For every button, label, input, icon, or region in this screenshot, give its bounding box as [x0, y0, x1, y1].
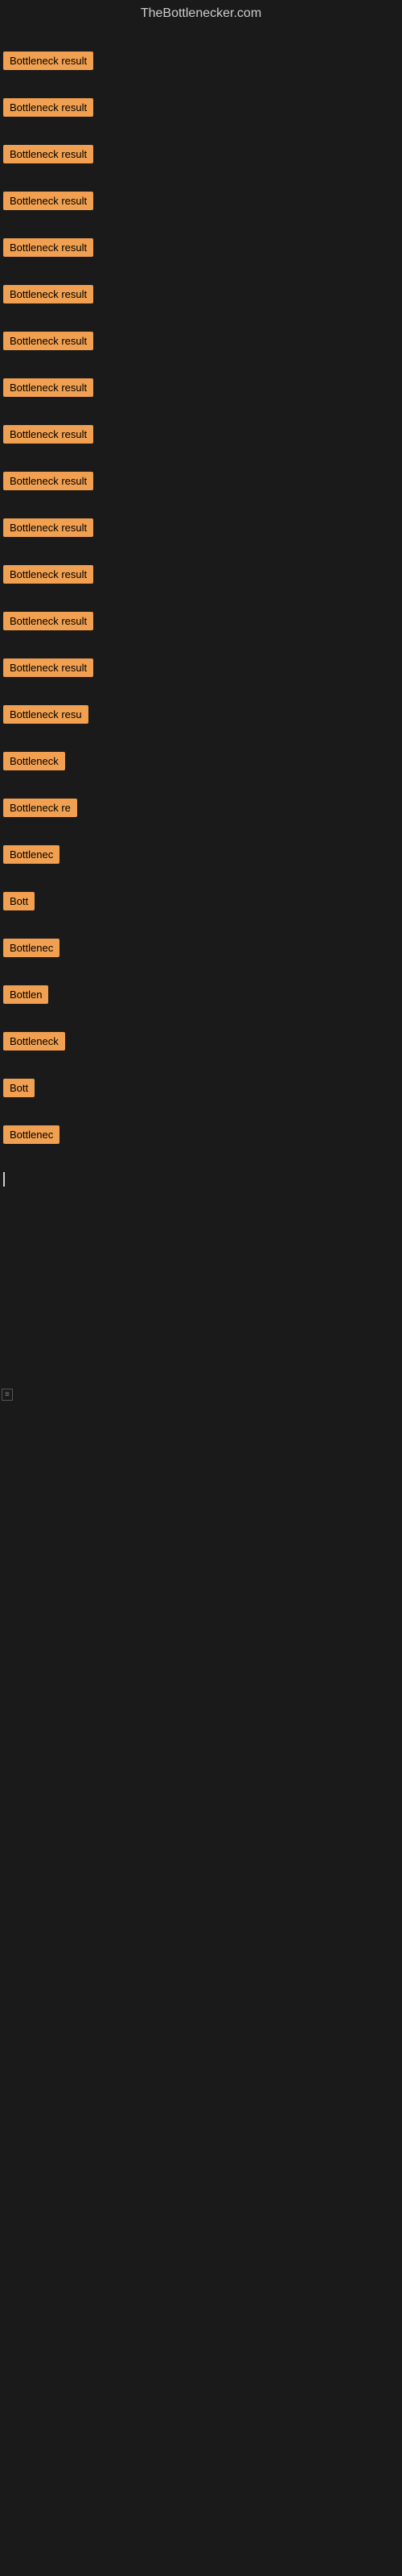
list-item: Bottlenec: [0, 1111, 402, 1158]
bottleneck-badge[interactable]: Bottleneck result: [3, 425, 93, 444]
indicator-text: ≡: [2, 1389, 13, 1401]
list-item: Bottleneck result: [0, 177, 402, 224]
bottleneck-badge[interactable]: Bottleneck result: [3, 192, 93, 210]
empty-row: [0, 1235, 402, 1283]
list-item: Bottlenec: [0, 924, 402, 971]
empty-row: [0, 1407, 402, 1455]
list-item: Bottleneck re: [0, 784, 402, 831]
empty-row: [0, 1697, 402, 1745]
bottleneck-badge[interactable]: Bottleneck result: [3, 285, 93, 303]
bottleneck-badge[interactable]: Bottlenec: [3, 845, 59, 864]
bottleneck-badge[interactable]: Bottlenec: [3, 939, 59, 957]
list-item: Bottleneck resu: [0, 691, 402, 737]
bottleneck-badge[interactable]: Bottleneck result: [3, 565, 93, 584]
bottleneck-badge[interactable]: Bottlen: [3, 985, 48, 1004]
site-title: TheBottlenecker.com: [0, 0, 402, 27]
list-item: Bottleneck result: [0, 644, 402, 691]
empty-row: [0, 1504, 402, 1552]
list-item: Bottleneck result: [0, 84, 402, 130]
bottleneck-badge[interactable]: Bottleneck result: [3, 238, 93, 257]
bottleneck-badge[interactable]: Bottleneck: [3, 752, 65, 770]
bottleneck-badge[interactable]: Bott: [3, 1079, 35, 1097]
bottleneck-badge[interactable]: Bottleneck result: [3, 332, 93, 350]
empty-row: [0, 1600, 402, 1649]
bottleneck-badge[interactable]: Bottleneck: [3, 1032, 65, 1051]
list-item: Bott: [0, 877, 402, 924]
bottleneck-badge[interactable]: Bottleneck result: [3, 658, 93, 677]
list-item: Bottleneck result: [0, 597, 402, 644]
bottleneck-badge[interactable]: Bottleneck result: [3, 472, 93, 490]
list-item: Bottleneck result: [0, 317, 402, 364]
empty-row: [0, 1649, 402, 1697]
site-title-bar: TheBottlenecker.com: [0, 0, 402, 27]
list-item: Bottlenec: [0, 831, 402, 877]
bottleneck-badge[interactable]: Bott: [3, 892, 35, 910]
list-item: Bottleneck result: [0, 27, 402, 84]
empty-row: [0, 1745, 402, 1794]
list-item: Bottleneck result: [0, 364, 402, 411]
text-cursor: [3, 1172, 5, 1187]
bottleneck-badge[interactable]: Bottleneck result: [3, 378, 93, 397]
bottleneck-badge[interactable]: Bottleneck resu: [3, 705, 88, 724]
list-item: Bottleneck result: [0, 224, 402, 270]
list-item: Bottleneck result: [0, 411, 402, 457]
list-item: Bottlen: [0, 971, 402, 1018]
list-item: Bottleneck result: [0, 270, 402, 317]
bottleneck-badge[interactable]: Bottleneck re: [3, 799, 77, 817]
list-item: Bottleneck: [0, 737, 402, 784]
cursor-row: [0, 1158, 402, 1235]
empty-row: [0, 1455, 402, 1504]
list-item: Bottleneck result: [0, 457, 402, 504]
bottleneck-badge[interactable]: Bottleneck result: [3, 98, 93, 117]
bottleneck-badge[interactable]: Bottlenec: [3, 1125, 59, 1144]
empty-row: [0, 1794, 402, 1842]
bottom-indicator: ≡: [0, 1380, 402, 1407]
empty-row: [0, 1331, 402, 1380]
bottleneck-badge[interactable]: Bottleneck result: [3, 612, 93, 630]
bottleneck-list: Bottleneck result Bottleneck result Bott…: [0, 27, 402, 1890]
list-item: Bottleneck result: [0, 551, 402, 597]
bottleneck-badge[interactable]: Bottleneck result: [3, 518, 93, 537]
bottleneck-badge[interactable]: Bottleneck result: [3, 145, 93, 163]
list-item: Bottleneck result: [0, 130, 402, 177]
list-item: Bottleneck: [0, 1018, 402, 1064]
list-item: Bott: [0, 1064, 402, 1111]
empty-row: [0, 1283, 402, 1331]
list-item: Bottleneck result: [0, 504, 402, 551]
empty-row: [0, 1552, 402, 1600]
empty-row: [0, 1842, 402, 1890]
bottleneck-badge[interactable]: Bottleneck result: [3, 52, 93, 70]
